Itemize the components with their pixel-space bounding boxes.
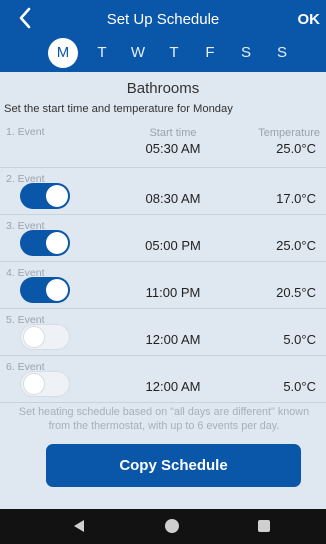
event-temperature[interactable]: 17.0°C <box>276 191 316 206</box>
nav-recents-icon[interactable] <box>258 520 270 532</box>
event-start-time[interactable]: 11:00 PM <box>120 285 226 300</box>
event-temperature[interactable]: 25.0°C <box>276 238 316 253</box>
toggle-knob <box>23 326 45 348</box>
toggle-knob <box>46 185 68 207</box>
event-toggle[interactable] <box>20 324 70 350</box>
event-row-5: 5. Event 12:00 AM 5.0°C <box>0 309 326 356</box>
event-toggle[interactable] <box>20 371 70 397</box>
day-sunday[interactable]: S <box>264 38 300 68</box>
nav-back-icon[interactable] <box>74 520 84 532</box>
event-name: 1. Event <box>6 126 45 138</box>
nav-home-icon[interactable] <box>165 519 179 533</box>
event-start-time[interactable]: 12:00 AM <box>120 379 226 394</box>
toggle-knob <box>46 279 68 301</box>
temperature-header: Temperature <box>258 127 320 139</box>
toggle-knob <box>46 232 68 254</box>
event-start-time[interactable]: 08:30 AM <box>120 191 226 206</box>
event-row-6: 6. Event 12:00 AM 5.0°C <box>0 356 326 403</box>
page-title: Set Up Schedule <box>106 11 220 28</box>
day-wednesday[interactable]: W <box>120 38 156 68</box>
event-temperature[interactable]: 5.0°C <box>283 379 316 394</box>
event-toggle[interactable] <box>20 230 70 256</box>
event-start-time[interactable]: 05:00 PM <box>120 238 226 253</box>
event-toggle[interactable] <box>20 277 70 303</box>
app-header: Set Up Schedule OK M T W T F S S <box>0 0 326 72</box>
event-temperature[interactable]: 5.0°C <box>283 332 316 347</box>
day-friday[interactable]: F <box>192 38 228 68</box>
day-thursday[interactable]: T <box>156 38 192 68</box>
toggle-knob <box>23 373 45 395</box>
day-tuesday[interactable]: T <box>84 38 120 68</box>
day-monday[interactable]: M <box>48 38 78 68</box>
event-row-3: 3. Event 05:00 PM 25.0°C <box>0 215 326 262</box>
ok-button[interactable]: OK <box>298 11 321 28</box>
android-nav-bar <box>0 509 326 544</box>
event-temperature[interactable]: 25.0°C <box>276 141 316 156</box>
event-row-2: 2. Event 08:30 AM 17.0°C <box>0 168 326 215</box>
event-row-1: 1. Event Start time Temperature 05:30 AM… <box>0 121 326 168</box>
day-saturday[interactable]: S <box>228 38 264 68</box>
event-row-4: 4. Event 11:00 PM 20.5°C <box>0 262 326 309</box>
room-name: Bathrooms <box>126 80 200 97</box>
event-start-time[interactable]: 12:00 AM <box>120 332 226 347</box>
event-start-time[interactable]: 05:30 AM <box>120 141 226 156</box>
copy-schedule-button[interactable]: Copy Schedule <box>46 444 301 487</box>
event-toggle[interactable] <box>20 183 70 209</box>
weekday-selector: M T W T F S S <box>48 38 300 68</box>
event-temperature[interactable]: 20.5°C <box>276 285 316 300</box>
schedule-note: Set heating schedule based on "all days … <box>18 406 310 432</box>
start-time-header: Start time <box>149 127 197 139</box>
schedule-subtitle: Set the start time and temperature for M… <box>4 103 233 115</box>
event-list: 1. Event Start time Temperature 05:30 AM… <box>0 121 326 403</box>
